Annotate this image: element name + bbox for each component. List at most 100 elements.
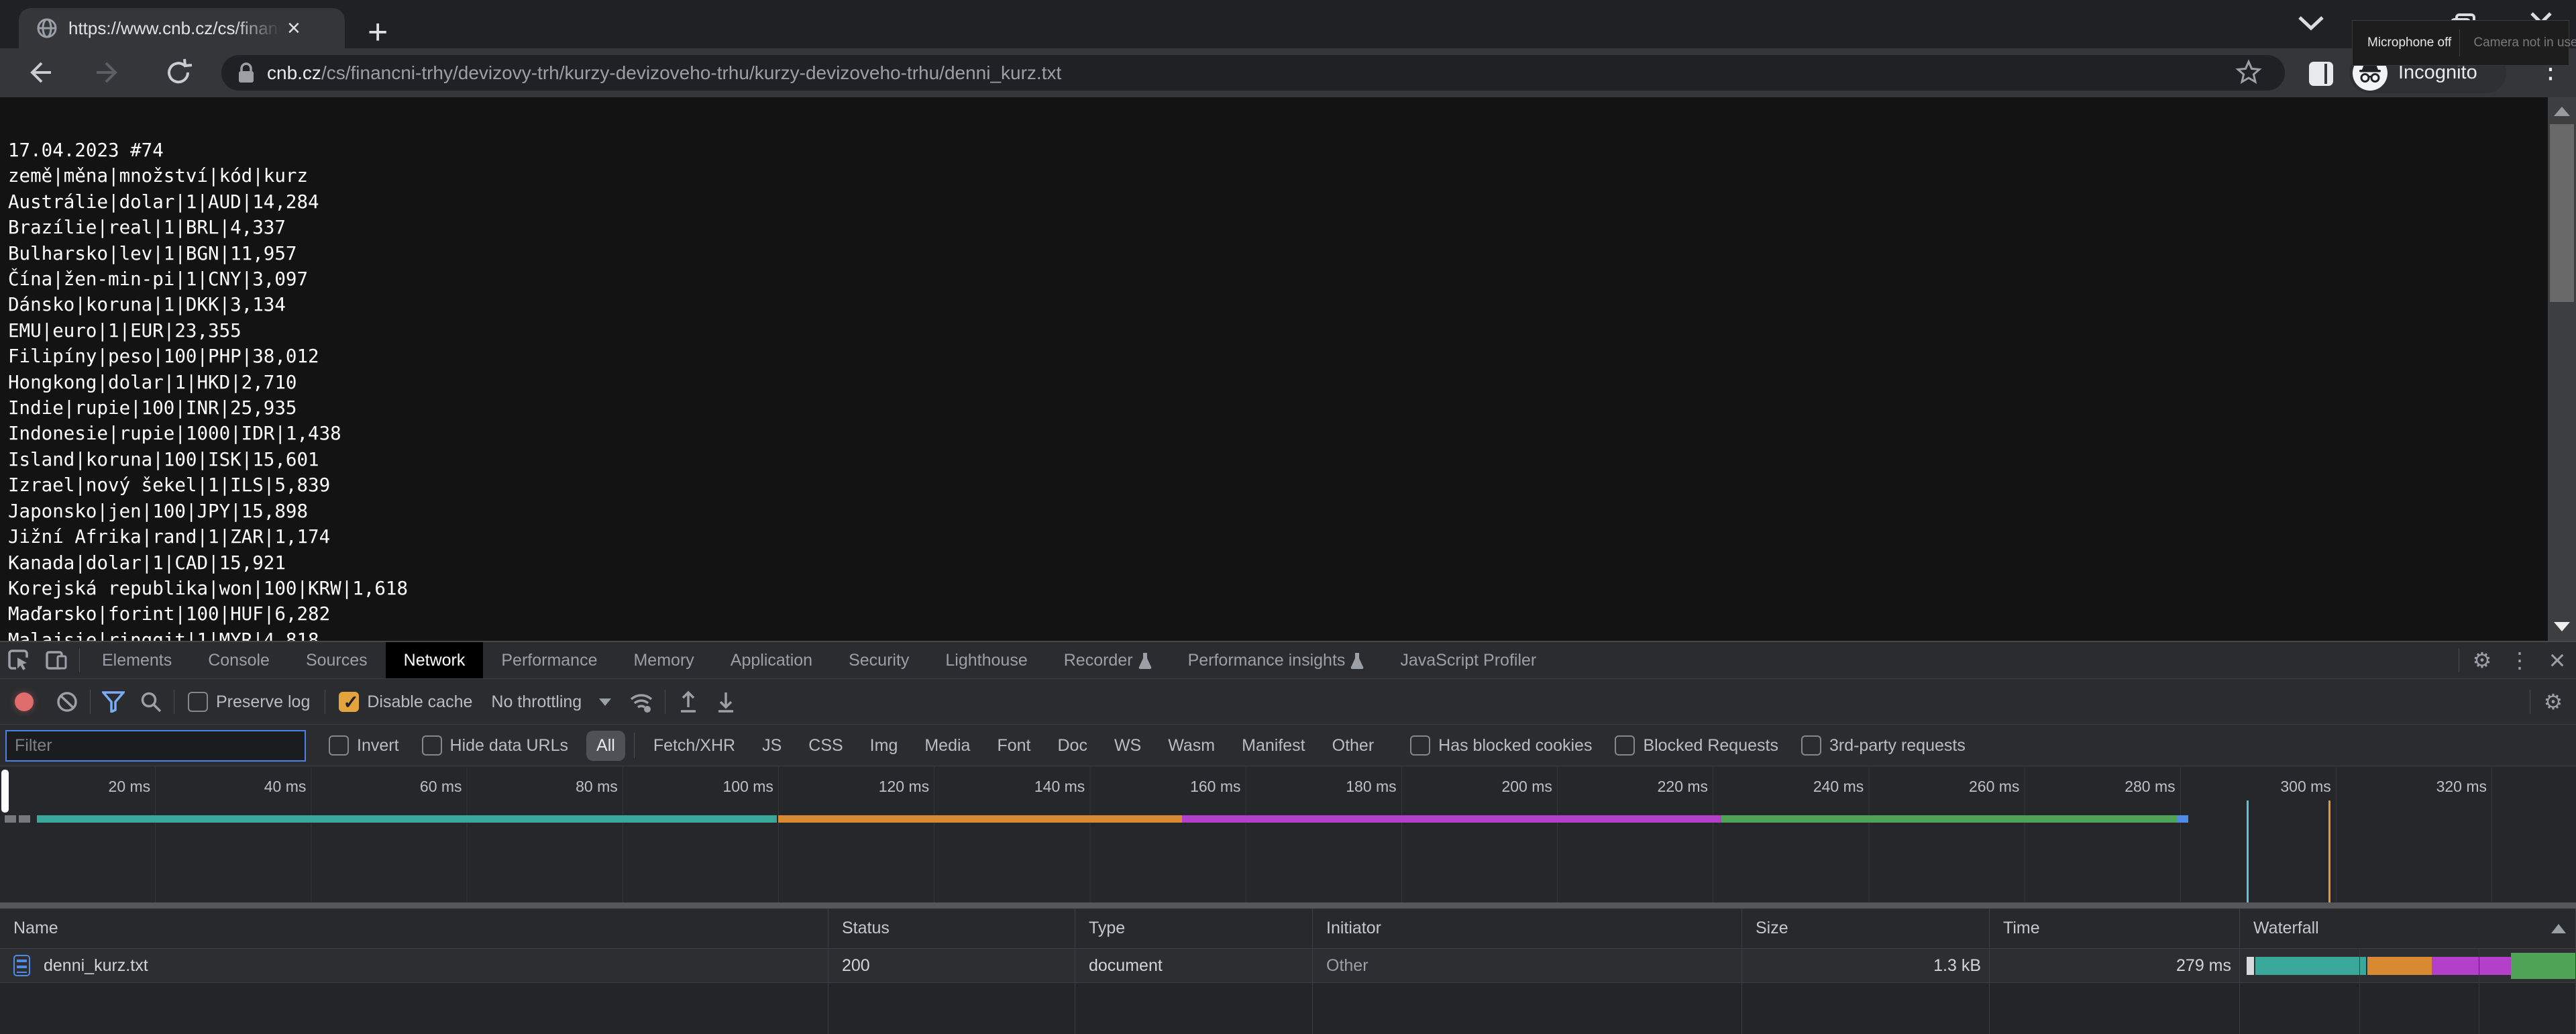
request-type-cell[interactable]: document — [1075, 949, 1313, 983]
filter-chip-wasm[interactable]: Wasm — [1158, 731, 1225, 761]
waterfall-gridline — [2359, 949, 2360, 1034]
tab-performance[interactable]: Performance — [483, 642, 615, 678]
tab-performance-insights[interactable]: Performance insights — [1170, 642, 1383, 678]
invert-checkbox[interactable]: Invert — [329, 735, 399, 756]
filter-chip-doc[interactable]: Doc — [1047, 731, 1097, 761]
bookmark-star-icon[interactable] — [2235, 59, 2262, 86]
request-size-cell[interactable]: 1.3 kB — [1742, 949, 1990, 983]
filter-chip-font[interactable]: Font — [987, 731, 1040, 761]
request-status-cell[interactable]: 200 — [828, 949, 1075, 983]
back-button[interactable] — [24, 58, 54, 87]
table-empty-area — [0, 983, 2576, 1034]
scroll-down-arrow-icon[interactable] — [2554, 622, 2570, 631]
forward-button[interactable] — [94, 58, 123, 87]
devtools-close-icon[interactable]: × — [2538, 642, 2576, 678]
microphone-status-text: Microphone off — [2367, 36, 2451, 50]
tab-security[interactable]: Security — [830, 642, 927, 678]
blocked-requests-checkbox[interactable]: Blocked Requests — [1615, 735, 1778, 756]
new-tab-button[interactable]: + — [368, 12, 388, 52]
device-toolbar-icon[interactable] — [38, 642, 75, 678]
row-waterfall[interactable] — [2240, 949, 2576, 983]
preserve-log-checkbox[interactable]: Preserve log — [188, 692, 310, 712]
filter-chip-media[interactable]: Media — [914, 731, 980, 761]
filter-chip-fetch-xhr[interactable]: Fetch/XHR — [643, 731, 745, 761]
tab-memory[interactable]: Memory — [615, 642, 712, 678]
waterfall-segment-connection — [2255, 957, 2366, 975]
filter-input[interactable] — [5, 730, 306, 762]
url-path: /cs/financni-trhy/devizovy-trh/kurzy-dev… — [321, 62, 1061, 83]
text-line: 17.04.2023 #74 — [8, 138, 2536, 163]
throttling-dropdown[interactable]: No throttling — [491, 692, 582, 712]
tab-lighthouse[interactable]: Lighthouse — [927, 642, 1045, 678]
col-header-name[interactable]: Name — [0, 909, 828, 949]
network-overview[interactable]: 20 ms40 ms60 ms80 ms100 ms120 ms140 ms16… — [0, 767, 2576, 902]
export-har-icon[interactable] — [707, 683, 745, 721]
tab-console[interactable]: Console — [190, 642, 288, 678]
tab-elements[interactable]: Elements — [84, 642, 190, 678]
checkbox[interactable] — [1410, 735, 1430, 756]
tab-close-icon[interactable]: × — [287, 8, 301, 48]
browser-tab[interactable]: https://www.cnb.cz/cs/financni-tr × — [19, 8, 345, 48]
tab-application[interactable]: Application — [712, 642, 830, 678]
hide-data-urls-checkbox[interactable]: Hide data URLs — [422, 735, 568, 756]
network-settings-icon[interactable]: ⚙ — [2534, 684, 2572, 720]
disable-cache-checkbox[interactable]: Disable cache — [339, 692, 472, 712]
address-bar[interactable]: cnb.cz/cs/financni-trhy/devizovy-trh/kur… — [221, 55, 2285, 91]
filter-chip-ws[interactable]: WS — [1104, 731, 1151, 761]
tab-search-chevron-icon[interactable] — [2297, 15, 2325, 32]
devtools-settings-icon[interactable]: ⚙ — [2463, 642, 2501, 678]
filter-chip-css[interactable]: CSS — [798, 731, 853, 761]
scroll-up-arrow-icon[interactable] — [2554, 107, 2570, 116]
panel-splitter[interactable] — [0, 902, 2576, 909]
globe-favicon-icon — [36, 17, 58, 39]
tab-javascript-profiler[interactable]: JavaScript Profiler — [1382, 642, 1554, 678]
col-header-initiator[interactable]: Initiator — [1313, 909, 1742, 949]
overview-segment-waiting-ttfb — [1182, 815, 1721, 823]
has-blocked-cookies-checkbox[interactable]: Has blocked cookies — [1410, 735, 1592, 756]
third-party-requests-checkbox[interactable]: 3rd-party requests — [1801, 735, 1966, 756]
checkbox[interactable] — [422, 735, 442, 756]
checkbox[interactable] — [329, 735, 349, 756]
inspect-element-icon[interactable] — [0, 642, 38, 678]
text-line: Čína|žen-min-pi|1|CNY|3,097 — [8, 266, 2536, 292]
col-header-status[interactable]: Status — [828, 909, 1075, 949]
filter-chip-all[interactable]: All — [586, 731, 625, 761]
network-conditions-icon[interactable] — [623, 683, 661, 721]
filter-chip-manifest[interactable]: Manifest — [1232, 731, 1315, 761]
request-initiator-cell[interactable]: Other — [1313, 949, 1742, 983]
request-name-cell[interactable]: denni_kurz.txt — [0, 949, 828, 983]
tab-network[interactable]: Network — [386, 642, 484, 678]
checkbox[interactable] — [1801, 735, 1821, 756]
filter-chip-js[interactable]: JS — [752, 731, 792, 761]
record-button[interactable] — [15, 692, 34, 711]
text-line: Izrael|nový šekel|1|ILS|5,839 — [8, 472, 2536, 498]
lock-icon[interactable] — [237, 62, 255, 84]
filter-chip-other[interactable]: Other — [1322, 731, 1385, 761]
col-header-type[interactable]: Type — [1075, 909, 1313, 949]
filter-chip-img[interactable]: Img — [860, 731, 908, 761]
page-scrollbar[interactable] — [2548, 97, 2576, 641]
col-header-time[interactable]: Time — [1990, 909, 2240, 949]
chevron-down-icon[interactable] — [599, 699, 611, 706]
col-header-size[interactable]: Size — [1742, 909, 1990, 949]
reload-button[interactable] — [164, 58, 193, 87]
checkbox[interactable] — [188, 692, 208, 712]
col-header-waterfall[interactable]: Waterfall — [2240, 909, 2576, 949]
clear-button[interactable] — [48, 683, 86, 721]
request-time-cell[interactable]: 279 ms — [1990, 949, 2240, 983]
text-line: Austrálie|dolar|1|AUD|14,284 — [8, 189, 2536, 215]
search-icon[interactable] — [132, 683, 170, 721]
overview-window-handle[interactable] — [1, 770, 9, 813]
scrollbar-thumb[interactable] — [2550, 124, 2574, 302]
side-panel-icon[interactable] — [2309, 62, 2333, 86]
tab-recorder[interactable]: Recorder — [1046, 642, 1170, 678]
table-row[interactable]: denni_kurz.txt 200 document Other 1.3 kB… — [0, 949, 2576, 983]
devtools-more-icon[interactable]: ⋮ — [2501, 642, 2538, 678]
ruler-tick: 300 ms — [2181, 767, 2337, 799]
document-icon — [13, 955, 30, 976]
import-har-icon[interactable] — [669, 683, 707, 721]
checkbox[interactable] — [339, 692, 359, 712]
tab-sources[interactable]: Sources — [288, 642, 386, 678]
checkbox[interactable] — [1615, 735, 1635, 756]
filter-funnel-icon[interactable] — [95, 683, 132, 721]
